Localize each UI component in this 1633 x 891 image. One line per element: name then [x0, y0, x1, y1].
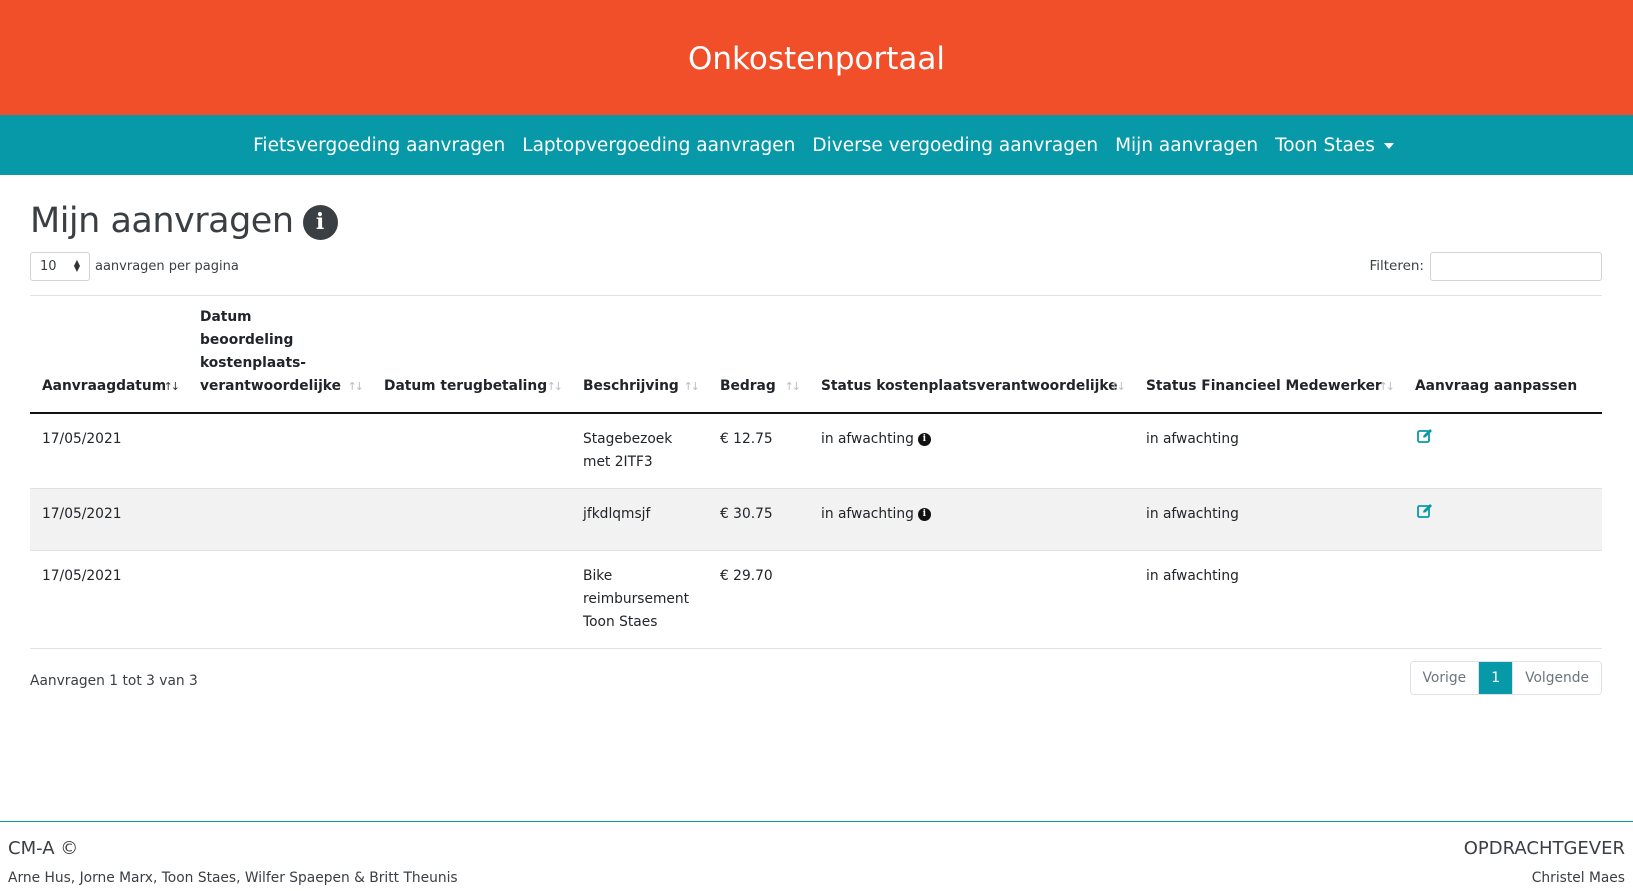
sort-icon: ↑↓ — [784, 380, 802, 393]
col-label: Datum beoordeling kostenplaats-verantwoo… — [200, 309, 341, 394]
sort-icon: ↑↓ — [1109, 380, 1127, 393]
cell-aanpassen — [1403, 413, 1602, 489]
col-label: Status kostenplaatsverantwoordelijke — [821, 378, 1118, 394]
page-1-button[interactable]: 1 — [1479, 662, 1514, 694]
sort-icon: ↑↓ — [546, 380, 564, 393]
table-row: 17/05/2021 Stagebezoek met 2ITF3 € 12.75… — [30, 413, 1602, 489]
table-row: 17/05/2021 Bike reimbursement Toon Staes… — [30, 550, 1602, 649]
filter-control: Filteren: — [1369, 251, 1602, 281]
table-controls: 10 ▲ ▼ aanvragen per pagina Filteren: — [30, 251, 1602, 281]
col-header-status-kpv[interactable]: Status kostenplaatsverantwoordelijke ↑↓ — [809, 295, 1134, 414]
page-length-value: 10 — [40, 258, 57, 274]
col-label: Bedrag — [720, 378, 776, 394]
footer-brand: CM-A © — [8, 838, 79, 859]
site-footer: CM-A © Arne Hus, Jorne Marx, Toon Staes,… — [0, 821, 1633, 891]
sort-icon: ↑↓ — [1378, 380, 1396, 393]
cell-beoordeling — [188, 488, 372, 551]
cell-datum: 17/05/2021 — [30, 550, 188, 649]
table-info: Aanvragen 1 tot 3 van 3 — [30, 673, 198, 689]
col-header-bedrag[interactable]: Bedrag ↑↓ — [708, 295, 809, 414]
footer-authors: Arne Hus, Jorne Marx, Toon Staes, Wilfer… — [8, 870, 458, 886]
cell-status-kpv — [809, 550, 1134, 649]
table-footer: Aanvragen 1 tot 3 van 3 Vorige 1 Volgend… — [30, 661, 1602, 695]
col-header-datum-beoordeling[interactable]: Datum beoordeling kostenplaats-verantwoo… — [188, 295, 372, 414]
cell-status-kpv: in afwachting i — [809, 488, 1134, 551]
prev-page-button[interactable]: Vorige — [1410, 662, 1480, 694]
cell-terugbetaling — [372, 413, 571, 489]
sort-icon: ↑↓ — [683, 380, 701, 393]
title-row: Mijn aanvragen i — [30, 201, 1602, 241]
site-header: Onkostenportaal — [0, 0, 1633, 115]
cell-status-fin: in afwachting — [1134, 488, 1403, 551]
col-label: Aanvraag aanpassen — [1415, 378, 1578, 394]
status-kpv: in afwachting i — [821, 503, 931, 526]
col-header-beschrijving[interactable]: Beschrijving ↑↓ — [571, 295, 708, 414]
nav-fietsvergoeding[interactable]: Fietsvergoeding aanvragen — [253, 135, 505, 156]
col-header-datum-terugbetaling[interactable]: Datum terugbetaling ↑↓ — [372, 295, 571, 414]
info-circle-icon[interactable]: i — [917, 433, 931, 446]
col-header-status-fin[interactable]: Status Financieel Medewerker ↑↓ — [1134, 295, 1403, 414]
filter-input[interactable] — [1430, 251, 1602, 281]
cell-beschrijving: Stagebezoek met 2ITF3 — [571, 413, 708, 489]
cell-datum: 17/05/2021 — [30, 488, 188, 551]
info-circle-icon[interactable]: i — [302, 204, 338, 240]
col-header-aanvraagdatum[interactable]: Aanvraagdatum ↑↓ — [30, 295, 188, 414]
cell-beoordeling — [188, 550, 372, 649]
status-kpv-text: in afwachting — [821, 506, 914, 522]
select-arrows-icon: ▲ ▼ — [73, 258, 80, 273]
cell-beschrijving: Bike reimbursement Toon Staes — [571, 550, 708, 649]
cell-status-fin: in afwachting — [1134, 550, 1403, 649]
status-kpv-text: in afwachting — [821, 431, 914, 447]
pagination: Vorige 1 Volgende — [1409, 661, 1602, 695]
col-label: Status Financieel Medewerker — [1146, 378, 1382, 394]
page-length-control: 10 ▲ ▼ aanvragen per pagina — [30, 251, 239, 281]
edit-icon[interactable] — [1417, 503, 1433, 526]
chevron-down-icon — [1383, 143, 1394, 149]
status-kpv: in afwachting i — [821, 428, 931, 451]
footer-client-label: OPDRACHTGEVER — [1463, 838, 1625, 859]
cell-aanpassen — [1403, 550, 1602, 649]
cell-status-fin: in afwachting — [1134, 413, 1403, 489]
page-title: Mijn aanvragen — [30, 201, 294, 241]
cell-bedrag: € 12.75 — [708, 413, 809, 489]
next-page-button[interactable]: Volgende — [1513, 662, 1601, 694]
edit-icon[interactable] — [1417, 428, 1433, 451]
footer-client-name: Christel Maes — [1531, 870, 1625, 886]
table-header-row: Aanvraagdatum ↑↓ Datum beoordeling koste… — [30, 295, 1602, 414]
cell-aanpassen — [1403, 488, 1602, 551]
user-name: Toon Staes — [1275, 134, 1375, 156]
cell-datum: 17/05/2021 — [30, 413, 188, 489]
sort-icon: ↑↓ — [163, 380, 181, 393]
col-label: Datum terugbetaling — [384, 378, 548, 394]
user-menu[interactable]: Toon Staes — [1275, 135, 1394, 156]
cell-terugbetaling — [372, 550, 571, 649]
footer-right: OPDRACHTGEVER Christel Maes — [1464, 838, 1625, 886]
sort-icon: ↑↓ — [347, 380, 365, 393]
col-label: Beschrijving — [583, 378, 679, 394]
page-length-select[interactable]: 10 ▲ ▼ — [30, 251, 90, 281]
col-header-aanpassen: Aanvraag aanpassen — [1403, 295, 1602, 414]
nav-mijn-aanvragen[interactable]: Mijn aanvragen — [1115, 135, 1258, 156]
nav-diverse-vergoeding[interactable]: Diverse vergoeding aanvragen — [812, 135, 1098, 156]
main-nav: Fietsvergoeding aanvragen Laptopvergoedi… — [0, 115, 1633, 175]
requests-table: Aanvraagdatum ↑↓ Datum beoordeling koste… — [30, 295, 1602, 649]
cell-bedrag: € 30.75 — [708, 488, 809, 551]
cell-status-kpv: in afwachting i — [809, 413, 1134, 489]
site-title: Onkostenportaal — [687, 40, 946, 77]
info-circle-icon[interactable]: i — [917, 508, 931, 521]
nav-laptopvergoeding[interactable]: Laptopvergoeding aanvragen — [522, 135, 795, 156]
cell-beoordeling — [188, 413, 372, 489]
col-label: Aanvraagdatum — [42, 378, 167, 394]
cell-bedrag: € 29.70 — [708, 550, 809, 649]
filter-label: Filteren: — [1369, 258, 1424, 274]
cell-terugbetaling — [372, 488, 571, 551]
page-length-label: aanvragen per pagina — [95, 258, 239, 274]
footer-left: CM-A © Arne Hus, Jorne Marx, Toon Staes,… — [8, 838, 458, 886]
main-content: Mijn aanvragen i 10 ▲ ▼ aanvragen per pag… — [30, 175, 1602, 695]
table-row: 17/05/2021 jfkdlqmsjf € 30.75 in afwacht… — [30, 488, 1602, 551]
cell-beschrijving: jfkdlqmsjf — [571, 488, 708, 551]
